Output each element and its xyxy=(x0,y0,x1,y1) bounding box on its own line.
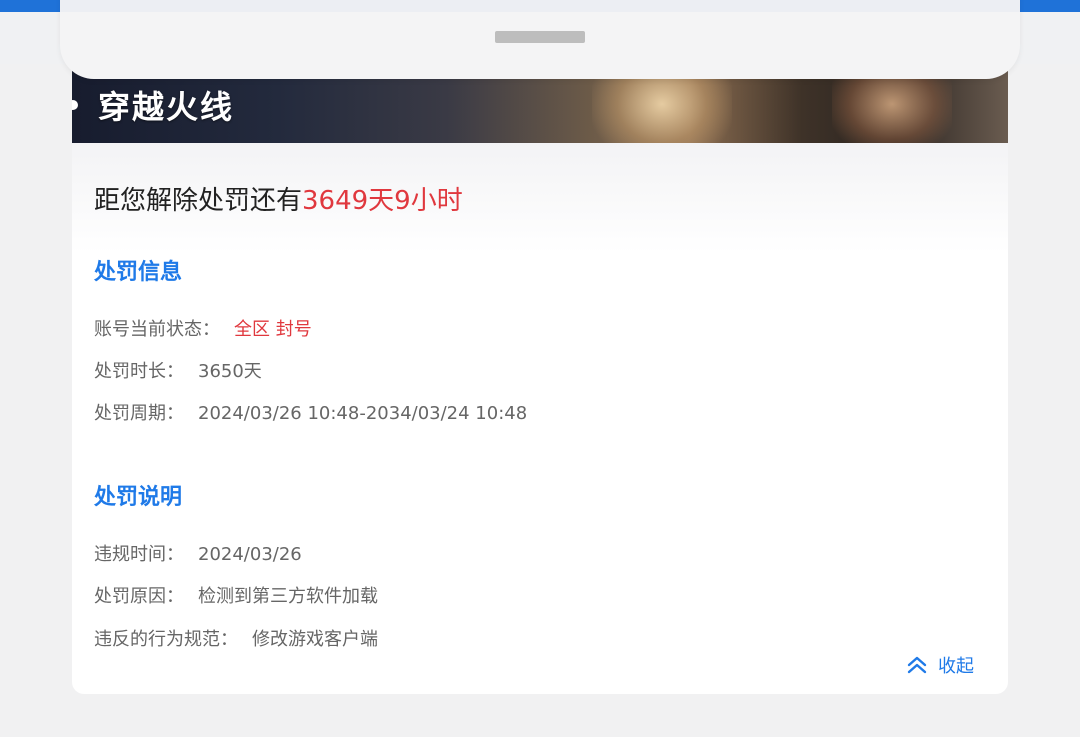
period-value: 2024/03/26 10:48-2034/03/24 10:48 xyxy=(198,403,528,424)
punishment-info-title: 处罚信息 xyxy=(94,260,183,285)
reason-value: 检测到第三方软件加载 xyxy=(198,586,378,607)
sheet-top-band xyxy=(60,0,1020,12)
period-row: 处罚周期： 2024/03/26 10:48-2034/03/24 10:48 xyxy=(94,399,527,425)
period-label: 处罚周期： xyxy=(94,403,184,424)
bottom-sheet-header[interactable] xyxy=(60,0,1020,79)
double-chevron-up-icon xyxy=(907,656,927,674)
game-title: 穿越火线 xyxy=(98,88,235,126)
status-label: 账号当前状态： xyxy=(94,319,220,340)
punishment-desc-title: 处罚说明 xyxy=(94,485,183,510)
countdown-prefix: 距您解除处罚还有 xyxy=(94,186,303,216)
collapse-button[interactable]: 收起 xyxy=(906,652,974,678)
countdown-text: 距您解除处罚还有3649天9小时 xyxy=(94,180,463,217)
duration-label: 处罚时长： xyxy=(94,361,184,382)
rule-label: 违反的行为规范： xyxy=(94,629,238,650)
punishment-card: 穿越火线 距您解除处罚还有3649天9小时 处罚信息 账号当前状态： 全区 封号 … xyxy=(72,64,1008,694)
status-value: 全区 封号 xyxy=(234,319,312,340)
rule-row: 违反的行为规范： 修改游戏客户端 xyxy=(94,625,378,651)
collapse-label: 收起 xyxy=(938,656,974,677)
status-row: 账号当前状态： 全区 封号 xyxy=(94,315,312,341)
violation-time-value: 2024/03/26 xyxy=(198,544,302,565)
duration-value: 3650天 xyxy=(198,361,262,382)
banner-dot xyxy=(72,100,78,110)
drag-handle[interactable] xyxy=(495,31,585,43)
reason-row: 处罚原因： 检测到第三方软件加载 xyxy=(94,582,378,608)
reason-label: 处罚原因： xyxy=(94,586,184,607)
violation-time-label: 违规时间： xyxy=(94,544,184,565)
duration-row: 处罚时长： 3650天 xyxy=(94,357,262,383)
rule-value: 修改游戏客户端 xyxy=(252,629,378,650)
violation-time-row: 违规时间： 2024/03/26 xyxy=(94,540,302,566)
countdown-remaining: 3649天9小时 xyxy=(302,186,463,216)
